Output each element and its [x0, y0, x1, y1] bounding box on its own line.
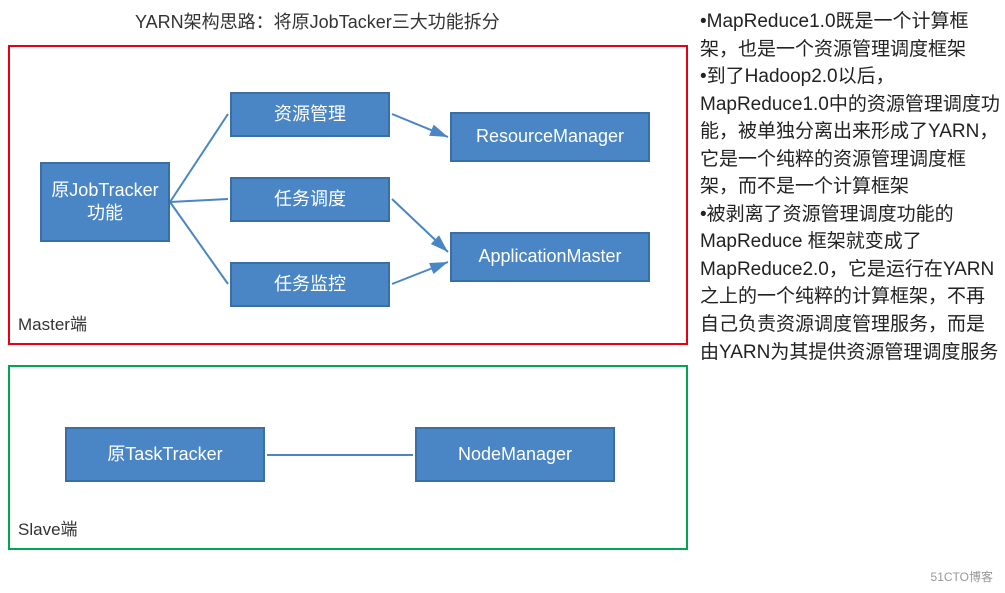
resource-mgmt-label: 资源管理: [274, 103, 346, 126]
task-sched-label: 任务调度: [274, 188, 346, 211]
page-title: YARN架构思路：将原JobTacker三大功能拆分: [135, 8, 500, 34]
connector-jobtracker-taskmon: [170, 202, 228, 284]
master-panel-label: Master端: [18, 310, 87, 335]
side-explanation: •MapReduce1.0既是一个计算框架，也是一个资源管理调度框架 •到了Ha…: [700, 8, 1000, 366]
connector-taskmon-applicationmaster: [392, 262, 448, 284]
task-monitor-node: 任务监控: [230, 262, 390, 307]
connector-tasksched-applicationmaster: [392, 199, 448, 252]
jobtracker-node: 原JobTracker 功能: [40, 162, 170, 242]
side-paragraph-3: •被剥离了资源管理调度功能的MapReduce 框架就变成了MapReduce2…: [700, 201, 1000, 366]
resource-mgmt-node: 资源管理: [230, 92, 390, 137]
connector-jobtracker-tasksched: [170, 199, 228, 202]
resource-manager-label: ResourceManager: [476, 125, 624, 148]
master-panel: 原JobTracker 功能 资源管理 任务调度 任务监控 ResourceMa…: [8, 45, 688, 345]
connector-resmgmt-resourcemanager: [392, 114, 448, 137]
application-master-node: ApplicationMaster: [450, 232, 650, 282]
side-paragraph-2: •到了Hadoop2.0以后，MapReduce1.0中的资源管理调度功能，被单…: [700, 63, 1000, 201]
watermark-text: 51CTO博客: [931, 568, 993, 585]
application-master-label: ApplicationMaster: [478, 245, 621, 268]
slave-panel-label: Slave端: [18, 515, 78, 540]
resource-manager-node: ResourceManager: [450, 112, 650, 162]
nodemanager-label: NodeManager: [458, 443, 572, 466]
jobtracker-label: 原JobTracker 功能: [51, 179, 158, 226]
connector-jobtracker-resmgmt: [170, 114, 228, 202]
tasktracker-label: 原TaskTracker: [107, 443, 222, 466]
task-monitor-label: 任务监控: [274, 273, 346, 296]
nodemanager-node: NodeManager: [415, 427, 615, 482]
side-paragraph-1: •MapReduce1.0既是一个计算框架，也是一个资源管理调度框架: [700, 8, 1000, 63]
tasktracker-node: 原TaskTracker: [65, 427, 265, 482]
task-sched-node: 任务调度: [230, 177, 390, 222]
slave-panel: 原TaskTracker NodeManager Slave端: [8, 365, 688, 550]
